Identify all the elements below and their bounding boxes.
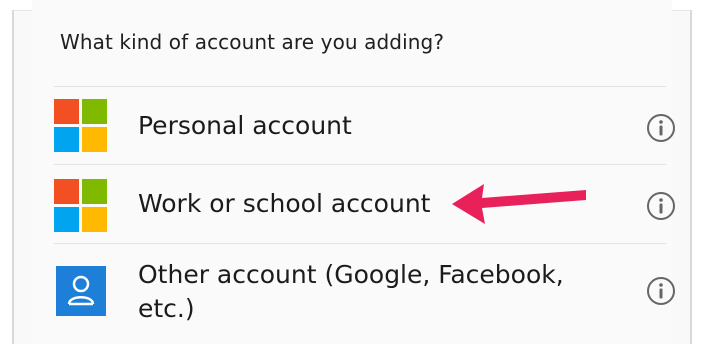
person-icon	[56, 266, 106, 316]
add-account-dialog: What kind of account are you adding? Per…	[32, 0, 675, 344]
account-option-label: Other account (Google, Facebook, etc.)	[138, 260, 564, 323]
account-option-label: Work or school account	[138, 189, 431, 218]
info-icon[interactable]	[646, 191, 676, 221]
microsoft-logo-icon	[54, 179, 107, 232]
arrow-pointer-icon	[452, 184, 586, 224]
account-option-other[interactable]: Other account (Google, Facebook, etc.)	[54, 243, 675, 333]
account-option-label: Personal account	[138, 111, 352, 140]
dialog-heading: What kind of account are you adding?	[60, 30, 445, 54]
account-option-personal[interactable]: Personal account	[54, 86, 675, 164]
info-icon[interactable]	[646, 113, 676, 143]
info-icon[interactable]	[646, 276, 676, 306]
microsoft-logo-icon	[54, 99, 107, 152]
